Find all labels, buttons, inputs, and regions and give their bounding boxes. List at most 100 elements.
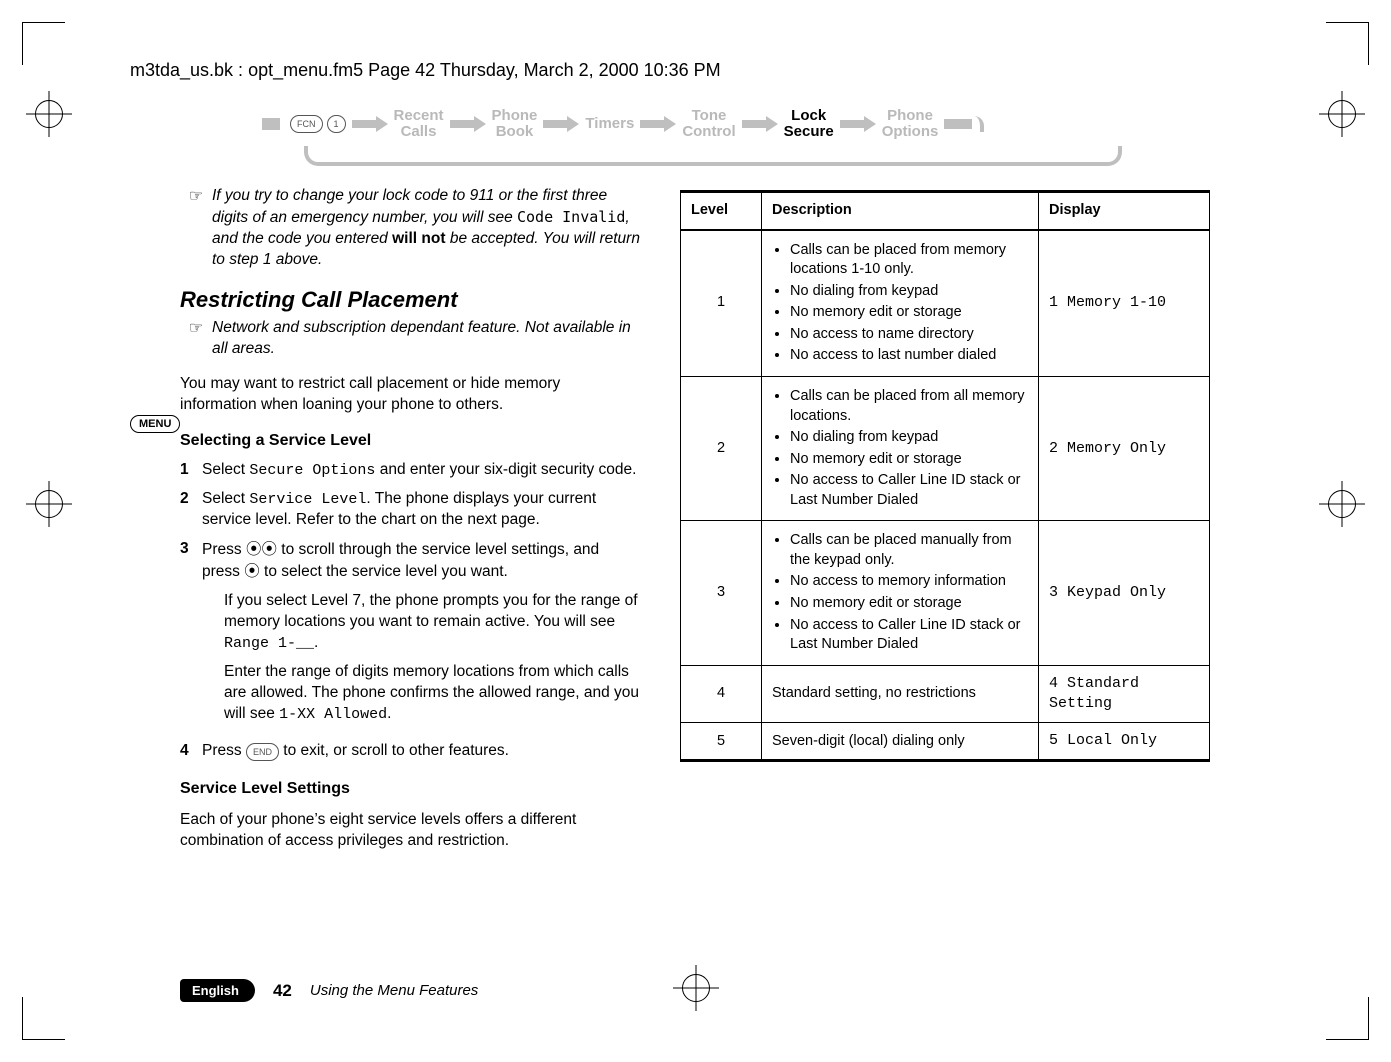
secure-options-code: Secure Options (249, 462, 375, 479)
crop-mark (22, 22, 65, 65)
cell-level: 5 (681, 723, 762, 761)
bullet: No access to last number dialed (790, 346, 1028, 366)
page-number: 42 (273, 981, 292, 1001)
bullet: No access to Caller Line ID stack or Las… (790, 471, 1028, 510)
bullet: No dialing from keypad (790, 428, 1028, 448)
step-text: to exit, or scroll to other features. (279, 742, 509, 759)
service-paragraph: Each of your phone’s eight service level… (180, 810, 640, 852)
note-lock-code: ☞ If you try to change your lock code to… (180, 186, 640, 271)
section-title: Restricting Call Placement (180, 285, 640, 315)
step-number: 4 (180, 741, 202, 762)
nav-loop-end (944, 116, 984, 132)
subhead-select-service: Selecting a Service Level (180, 430, 640, 452)
language-badge: English (180, 979, 255, 1002)
cell-desc: Calls can be placed from all memory loca… (762, 376, 1039, 520)
bullet: Calls can be placed from memory location… (790, 241, 1028, 280)
crop-mark (1326, 997, 1369, 1040)
step-text: to select the service level you want. (260, 563, 508, 580)
nav-loop-start (262, 118, 280, 130)
note-icon: ☞ (180, 186, 212, 271)
cell-level: 4 (681, 665, 762, 723)
cell-desc: Standard setting, no restrictions (762, 665, 1039, 723)
bullet: No memory edit or storage (790, 303, 1028, 323)
arrow-icon (840, 117, 876, 131)
col-level: Level (681, 192, 762, 230)
step-2: 2 Select Service Level. The phone displa… (180, 489, 640, 531)
steps-list: 1 Select Secure Options and enter your s… (180, 460, 640, 762)
cell-display: 2 Memory Only (1039, 376, 1210, 520)
registration-mark (1328, 490, 1356, 518)
crop-mark (1326, 22, 1369, 65)
arrow-icon (450, 117, 486, 131)
cell-desc: Calls can be placed manually from the ke… (762, 521, 1039, 665)
step-text: Press (202, 742, 246, 759)
nav-tabs: FCN 1 RecentCalls PhoneBook Timers ToneC… (262, 108, 1132, 166)
cell-level: 2 (681, 376, 762, 520)
step-number: 1 (180, 460, 202, 481)
arrow-icon (543, 117, 579, 131)
crop-mark (22, 997, 65, 1040)
range-code: Range 1-__ (224, 635, 314, 652)
right-column: Level Description Display 1 Calls can be… (680, 186, 1210, 861)
subhead-service-settings: Service Level Settings (180, 778, 640, 800)
step-number: 2 (180, 489, 202, 531)
step-text: Select (202, 461, 249, 478)
table-row: 1 Calls can be placed from memory locati… (681, 230, 1210, 377)
cell-desc: Calls can be placed from memory location… (762, 230, 1039, 377)
nav-timers: Timers (585, 116, 634, 132)
cell-display: 3 Keypad Only (1039, 521, 1210, 665)
step-3-note-b: Enter the range of digits memory locatio… (224, 662, 640, 725)
bullet: No memory edit or storage (790, 450, 1028, 470)
nav-phone-options: PhoneOptions (882, 108, 939, 140)
bullet: No access to memory information (790, 572, 1028, 592)
step-1: 1 Select Secure Options and enter your s… (180, 460, 640, 481)
step-text: If you select Level 7, the phone prompts… (224, 592, 638, 630)
intro-paragraph: You may want to restrict call placement … (180, 374, 640, 416)
page-footer: English 42 Using the Menu Features (180, 979, 478, 1002)
bullet: No dialing from keypad (790, 282, 1028, 302)
table-row: 2 Calls can be placed from all memory lo… (681, 376, 1210, 520)
registration-mark (682, 974, 710, 1002)
bullet: Calls can be placed manually from the ke… (790, 531, 1028, 570)
step-3-note-a: If you select Level 7, the phone prompts… (224, 591, 640, 654)
registration-mark (35, 490, 63, 518)
step-text: . (387, 705, 391, 722)
page-header: m3tda_us.bk : opt_menu.fm5 Page 42 Thurs… (130, 60, 721, 81)
cell-display: 1 Memory 1-10 (1039, 230, 1210, 377)
scroll-keys-icon: ⦿⦿ (246, 540, 277, 558)
bullet: No access to Caller Line ID stack or Las… (790, 616, 1028, 655)
cell-desc: Seven-digit (local) dialing only (762, 723, 1039, 761)
registration-mark (35, 100, 63, 128)
cell-level: 1 (681, 230, 762, 377)
bullet: Calls can be placed from all memory loca… (790, 387, 1028, 426)
one-key-icon: 1 (327, 115, 346, 133)
cell-display: 4 Standard Setting (1039, 665, 1210, 723)
step-number: 3 (180, 539, 202, 733)
table-row: 4 Standard setting, no restrictions 4 St… (681, 665, 1210, 723)
step-text: Press (202, 541, 246, 558)
nav-loop-line (304, 146, 1122, 166)
table-header-row: Level Description Display (681, 192, 1210, 230)
fcn-key-icon: FCN (290, 115, 323, 133)
end-key-icon: END (246, 743, 279, 761)
select-key-icon: ⦿ (244, 562, 260, 580)
allowed-code: 1-XX Allowed (279, 706, 387, 723)
step-text: . (314, 634, 318, 651)
nav-lock-secure: LockSecure (784, 108, 834, 140)
arrow-icon (352, 117, 388, 131)
nav-phone-book: PhoneBook (492, 108, 538, 140)
footer-title: Using the Menu Features (310, 982, 478, 999)
nav-tone-control: ToneControl (682, 108, 735, 140)
cell-level: 3 (681, 521, 762, 665)
cell-display: 5 Local Only (1039, 723, 1210, 761)
step-text: Select (202, 490, 249, 507)
note-icon: ☞ (180, 318, 212, 360)
nav-recent-calls: RecentCalls (394, 108, 444, 140)
note-bold: will not (392, 230, 445, 247)
registration-mark (1328, 100, 1356, 128)
nav-key-sequence: FCN 1 (290, 115, 346, 133)
col-description: Description (762, 192, 1039, 230)
step-text: and enter your six-digit security code. (375, 461, 636, 478)
bullet: No access to name directory (790, 325, 1028, 345)
table-row: 5 Seven-digit (local) dialing only 5 Loc… (681, 723, 1210, 761)
